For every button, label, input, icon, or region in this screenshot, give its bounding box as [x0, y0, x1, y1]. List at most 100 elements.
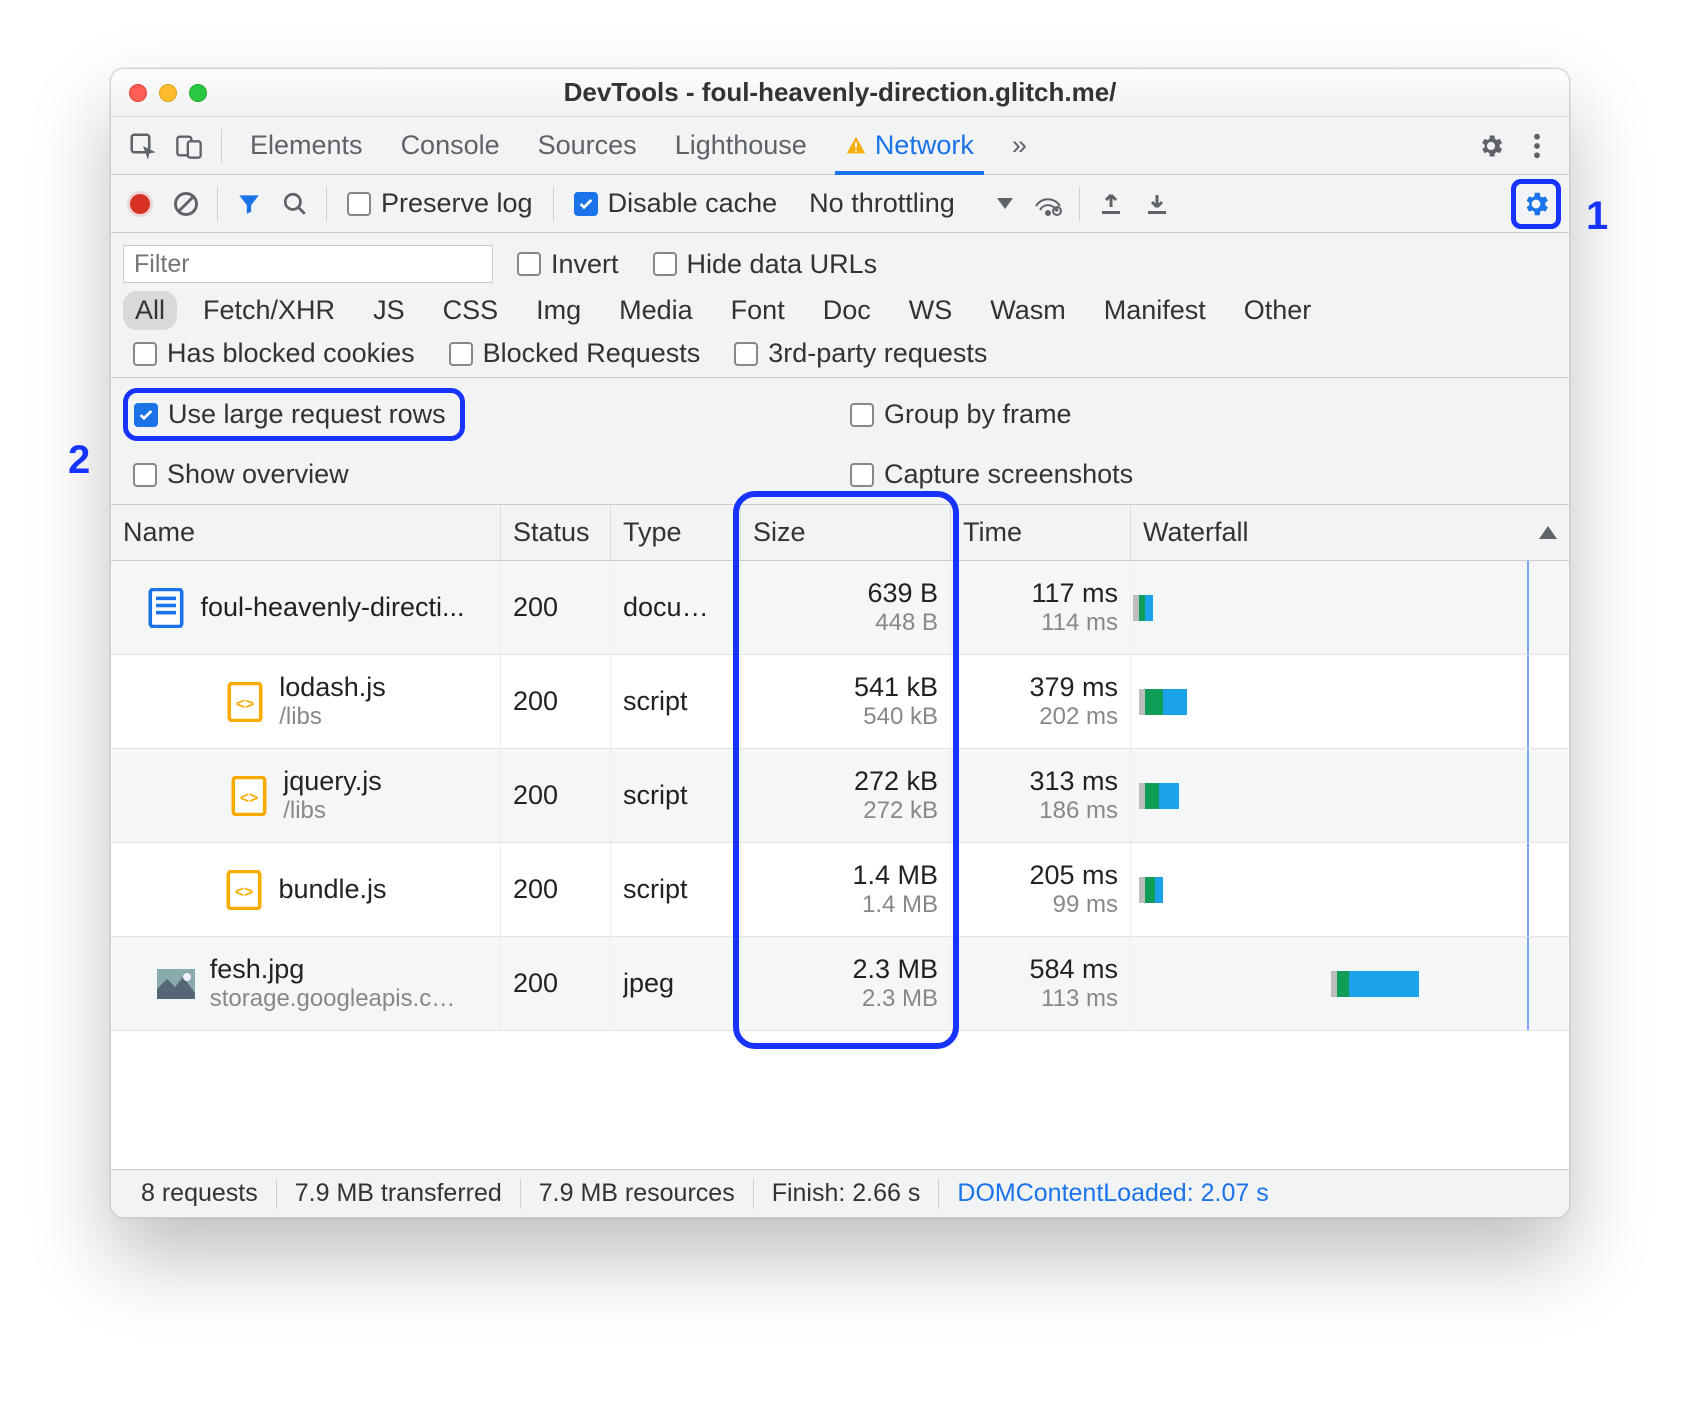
cell-time: 379 ms202 ms	[951, 655, 1131, 748]
cell-time: 584 ms113 ms	[951, 937, 1131, 1030]
cell-size: 639 B448 B	[741, 561, 951, 654]
type-filter-fetch[interactable]: Fetch/XHR	[191, 291, 347, 330]
column-status[interactable]: Status	[501, 505, 611, 560]
dropdown-icon	[997, 198, 1013, 209]
search-icon[interactable]	[274, 183, 316, 225]
tab-network[interactable]: Network	[827, 117, 992, 175]
preserve-log-checkbox[interactable]: Preserve log	[337, 188, 543, 219]
file-type-icon	[146, 588, 186, 628]
import-har-icon[interactable]	[1090, 183, 1132, 225]
table-row[interactable]: <>lodash.js/libs200script541 kB540 kB379…	[111, 655, 1569, 749]
file-type-icon: <>	[229, 776, 269, 816]
blocked-requests-checkbox[interactable]: Blocked Requests	[439, 338, 711, 369]
record-button[interactable]	[119, 183, 161, 225]
type-filter-font[interactable]: Font	[719, 291, 797, 330]
type-filter-js[interactable]: JS	[361, 291, 417, 330]
column-waterfall[interactable]: Waterfall	[1131, 505, 1569, 560]
tab-console[interactable]: Console	[383, 117, 518, 175]
column-size[interactable]: Size	[741, 505, 951, 560]
invert-checkbox[interactable]: Invert	[507, 249, 629, 280]
more-tabs-button[interactable]: »	[994, 117, 1045, 175]
file-type-icon: <>	[224, 870, 264, 910]
column-name[interactable]: Name	[111, 505, 501, 560]
type-filter-media[interactable]: Media	[607, 291, 705, 330]
status-finish: Finish: 2.66 s	[754, 1179, 939, 1208]
window-title: DevTools - foul-heavenly-direction.glitc…	[111, 77, 1569, 108]
hide-data-urls-checkbox[interactable]: Hide data URLs	[643, 249, 888, 280]
zoom-window-button[interactable]	[189, 84, 207, 102]
has-blocked-cookies-checkbox[interactable]: Has blocked cookies	[123, 338, 425, 369]
cell-status: 200	[501, 937, 611, 1030]
network-settings-highlight	[1511, 179, 1561, 229]
sort-asc-icon	[1539, 526, 1557, 539]
column-type[interactable]: Type	[611, 505, 741, 560]
minimize-window-button[interactable]	[159, 84, 177, 102]
close-window-button[interactable]	[129, 84, 147, 102]
table-row[interactable]: foul-heavenly-directi...200docum…639 B44…	[111, 561, 1569, 655]
table-row[interactable]: fesh.jpgstorage.googleapis.c…200jpeg2.3 …	[111, 937, 1569, 1031]
tab-elements[interactable]: Elements	[232, 117, 381, 175]
svg-text:<>: <>	[235, 884, 253, 901]
type-filter-manifest[interactable]: Manifest	[1092, 291, 1218, 330]
third-party-checkbox[interactable]: 3rd-party requests	[724, 338, 997, 369]
large-request-rows-checkbox[interactable]: Use large request rows	[134, 399, 446, 430]
type-filter-doc[interactable]: Doc	[811, 291, 883, 330]
type-filter-css[interactable]: CSS	[431, 291, 511, 330]
status-dcl: DOMContentLoaded: 2.07 s	[939, 1179, 1286, 1208]
capture-screenshots-checkbox[interactable]: Capture screenshots	[840, 459, 1557, 490]
network-conditions-icon[interactable]	[1027, 183, 1069, 225]
file-type-icon: <>	[225, 682, 265, 722]
export-har-icon[interactable]	[1136, 183, 1178, 225]
status-resources: 7.9 MB resources	[521, 1179, 753, 1208]
filter-icon[interactable]	[228, 183, 270, 225]
table-row[interactable]: <>bundle.js200script1.4 MB1.4 MB205 ms99…	[111, 843, 1569, 937]
tab-lighthouse[interactable]: Lighthouse	[657, 117, 825, 175]
type-filter-all[interactable]: All	[123, 291, 177, 330]
throttling-select[interactable]: No throttling	[791, 188, 1023, 219]
status-transferred: 7.9 MB transferred	[277, 1179, 520, 1208]
cell-type: jpeg	[611, 937, 741, 1030]
table-row[interactable]: <>jquery.js/libs200script272 kB272 kB313…	[111, 749, 1569, 843]
disable-cache-checkbox[interactable]: Disable cache	[564, 188, 788, 219]
filter-bar: Invert Hide data URLs All Fetch/XHR JS C…	[111, 233, 1569, 378]
svg-text:<>: <>	[240, 790, 258, 807]
annotation-1: 1	[1586, 194, 1608, 239]
panel-tabstrip: Elements Console Sources Lighthouse Netw…	[111, 117, 1569, 175]
clear-button[interactable]	[165, 183, 207, 225]
svg-text:<>: <>	[236, 696, 254, 713]
type-filter-wasm[interactable]: Wasm	[978, 291, 1078, 330]
cell-size: 2.3 MB2.3 MB	[741, 937, 951, 1030]
cell-time: 313 ms186 ms	[951, 749, 1131, 842]
cell-waterfall	[1131, 937, 1569, 1030]
network-settings-button[interactable]	[1518, 186, 1554, 222]
kebab-menu-icon[interactable]	[1515, 124, 1559, 168]
cell-size: 1.4 MB1.4 MB	[741, 843, 951, 936]
filter-input[interactable]	[123, 245, 493, 283]
network-settings-panel: Use large request rows Group by frame Sh…	[111, 378, 1569, 505]
devtools-window: DevTools - foul-heavenly-direction.glitc…	[110, 68, 1570, 1218]
cell-waterfall	[1131, 655, 1569, 748]
warning-icon	[845, 135, 867, 157]
cell-name: <>bundle.js	[111, 843, 501, 936]
type-filter-img[interactable]: Img	[524, 291, 593, 330]
table-header: Name Status Type Size Time Waterfall	[111, 505, 1569, 561]
cell-status: 200	[501, 843, 611, 936]
cell-type: docum…	[611, 561, 741, 654]
cell-time: 117 ms114 ms	[951, 561, 1131, 654]
cell-status: 200	[501, 561, 611, 654]
cell-status: 200	[501, 749, 611, 842]
inspect-icon[interactable]	[121, 124, 165, 168]
network-toolbar: Preserve log Disable cache No throttling	[111, 175, 1569, 233]
device-toggle-icon[interactable]	[167, 124, 211, 168]
tab-sources[interactable]: Sources	[520, 117, 655, 175]
type-filter-ws[interactable]: WS	[897, 291, 965, 330]
file-type-icon	[156, 964, 196, 1004]
type-filter-other[interactable]: Other	[1232, 291, 1324, 330]
cell-type: script	[611, 749, 741, 842]
cell-waterfall	[1131, 749, 1569, 842]
group-by-frame-checkbox[interactable]: Group by frame	[840, 388, 1557, 441]
show-overview-checkbox[interactable]: Show overview	[123, 459, 840, 490]
cell-time: 205 ms99 ms	[951, 843, 1131, 936]
settings-gear-icon[interactable]	[1469, 124, 1513, 168]
column-time[interactable]: Time	[951, 505, 1131, 560]
